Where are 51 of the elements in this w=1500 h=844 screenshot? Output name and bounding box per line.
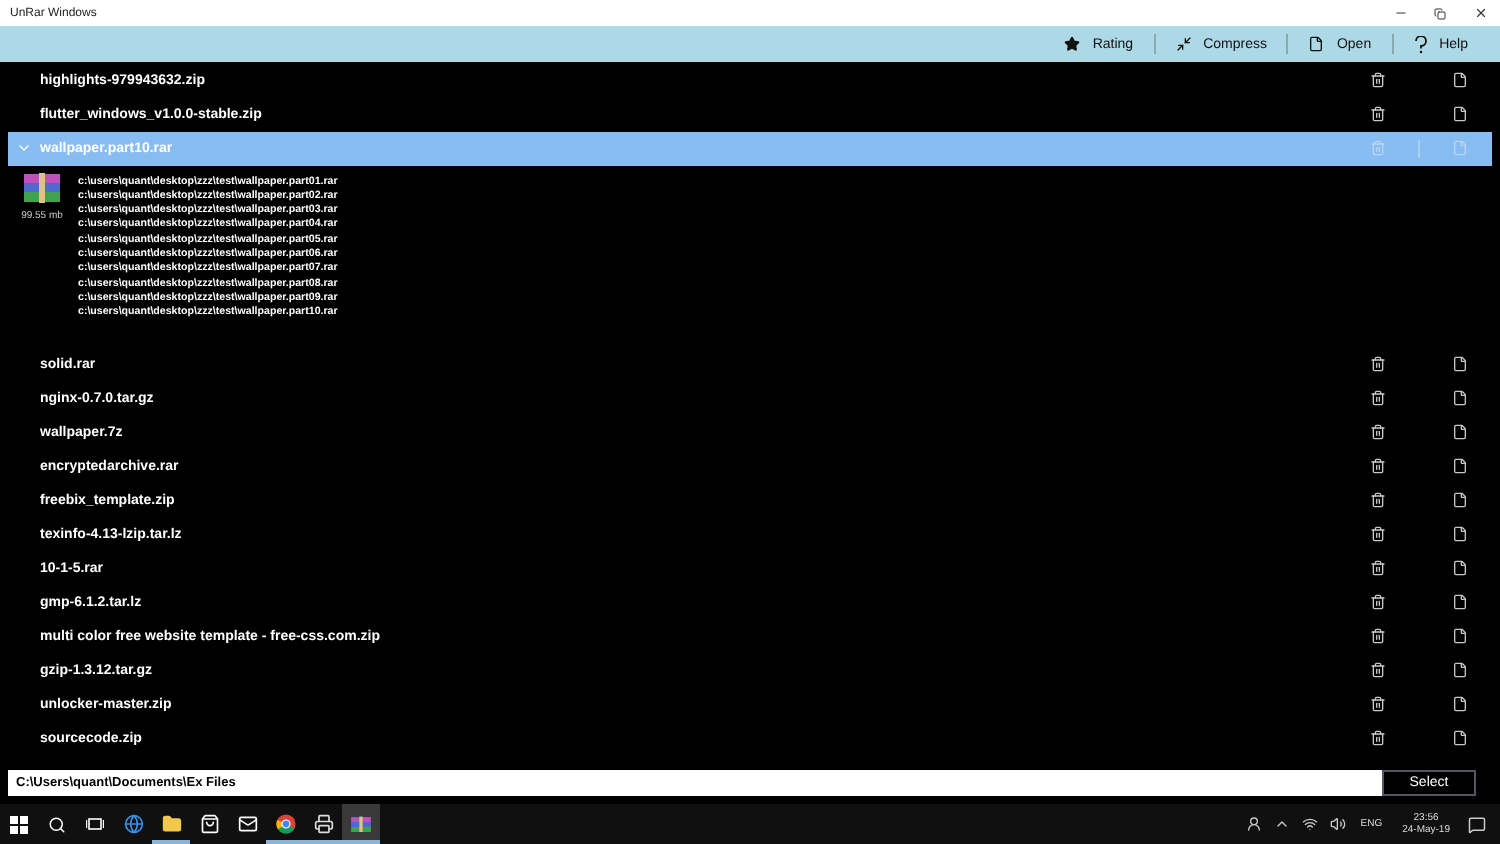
file-button[interactable] (1448, 726, 1472, 750)
minimize-icon[interactable] (1393, 6, 1407, 20)
file-button[interactable] (1448, 352, 1472, 376)
notifications-icon[interactable] (1468, 815, 1486, 833)
delete-button[interactable] (1366, 386, 1390, 410)
network-icon[interactable] (1302, 816, 1319, 832)
file-button[interactable] (1448, 692, 1472, 716)
people-icon[interactable] (1246, 816, 1263, 832)
file-button[interactable] (1448, 522, 1472, 546)
delete-button[interactable] (1366, 488, 1390, 512)
file-button[interactable] (1448, 454, 1472, 478)
delete-button[interactable] (1366, 68, 1390, 92)
shopping-bag-icon[interactable] (199, 814, 219, 834)
task-view-icon[interactable] (86, 816, 104, 832)
close-icon[interactable] (1473, 6, 1487, 20)
file-button[interactable] (1448, 556, 1472, 580)
mail-icon[interactable] (237, 814, 257, 834)
delete-button[interactable] (1366, 658, 1390, 682)
delete-button[interactable] (1366, 522, 1390, 546)
delete-button[interactable] (1366, 692, 1390, 716)
delete-button[interactable] (1366, 556, 1390, 580)
question-icon (1413, 35, 1428, 53)
delete-button[interactable] (1366, 590, 1390, 614)
compress-icon (1175, 36, 1192, 52)
restore-icon[interactable] (1434, 7, 1446, 19)
archive-books-icon (22, 171, 62, 203)
file-icon (1308, 36, 1325, 52)
delete-button[interactable] (1366, 352, 1390, 376)
file-button[interactable] (1448, 420, 1472, 444)
folder-icon[interactable] (161, 814, 181, 834)
archive-books-icon (350, 815, 372, 833)
delete-button[interactable] (1366, 624, 1390, 648)
file-button[interactable] (1448, 102, 1472, 126)
delete-button[interactable] (1366, 454, 1390, 478)
delete-button[interactable] (1366, 102, 1390, 126)
file-button[interactable] (1448, 590, 1472, 614)
delete-button[interactable] (1366, 726, 1390, 750)
windows-logo-icon[interactable] (10, 815, 28, 833)
printer-icon[interactable] (313, 814, 333, 834)
file-button[interactable] (1448, 68, 1472, 92)
globe-icon[interactable] (123, 814, 143, 834)
chevron-up-icon[interactable] (1274, 816, 1291, 832)
search-icon[interactable] (48, 815, 66, 833)
delete-button[interactable] (1366, 420, 1390, 444)
file-button[interactable] (1448, 658, 1472, 682)
file-button[interactable] (1448, 386, 1472, 410)
star-icon (1064, 36, 1081, 52)
file-button[interactable] (1448, 624, 1472, 648)
round-browser-icon[interactable] (275, 814, 295, 834)
file-button[interactable] (1448, 488, 1472, 512)
volume-icon[interactable] (1330, 816, 1347, 832)
